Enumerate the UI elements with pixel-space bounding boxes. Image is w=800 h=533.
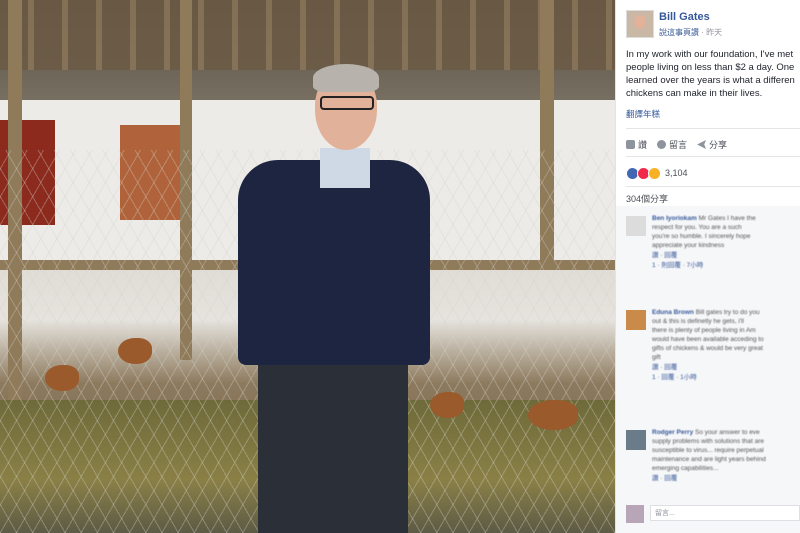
share-count[interactable]: 304個分享 bbox=[626, 192, 668, 205]
comments-section: Ben Iyoriokam Mr Gates I have the respec… bbox=[616, 206, 800, 533]
comment-actions[interactable]: 讚 · 回覆 bbox=[652, 363, 800, 372]
thumbs-up-icon bbox=[626, 140, 635, 149]
person-collar bbox=[320, 148, 370, 188]
divider bbox=[626, 156, 800, 157]
comment-actions[interactable]: 讚 · 回覆 bbox=[652, 251, 800, 260]
comment-line: maintenance and are light years behind bbox=[652, 456, 766, 463]
comment-line: respect for you. You are a such bbox=[652, 224, 742, 231]
comment-line: Mr Gates I have the bbox=[698, 215, 756, 222]
post-text-line: In my work with our foundation, I've met bbox=[626, 49, 794, 60]
comment-replies[interactable]: 1 · 回覆 · 1小時 bbox=[652, 373, 800, 382]
post-text-line: chickens can make in their lives. bbox=[626, 88, 763, 99]
post-actions: 讚 留言 分享 bbox=[626, 138, 727, 151]
commenter-name[interactable]: Eduna Brown bbox=[652, 309, 694, 316]
comment-line: out & this is definetly he gets, i'll bbox=[652, 318, 744, 325]
chicken bbox=[45, 365, 79, 391]
comment-body: Ben Iyoriokam Mr Gates I have the respec… bbox=[652, 214, 800, 270]
commenter-avatar[interactable] bbox=[626, 430, 646, 450]
comment-replies[interactable]: 1 · 則回覆 · 7小時 bbox=[652, 261, 800, 270]
share-label: 分享 bbox=[709, 140, 728, 150]
viewer-avatar bbox=[626, 505, 644, 523]
comment-icon bbox=[657, 140, 667, 149]
share-button[interactable]: 分享 bbox=[697, 138, 727, 151]
page-like-link[interactable]: 說這事頁讚 bbox=[659, 28, 699, 37]
author-name[interactable]: Bill Gates bbox=[659, 11, 710, 23]
translate-link[interactable]: 翻譯年糕 bbox=[626, 108, 660, 120]
post-meta: 說這事頁讚 · 昨天 bbox=[659, 27, 722, 38]
reactions-summary[interactable]: 3,104 bbox=[626, 166, 688, 180]
divider bbox=[626, 186, 800, 187]
comment-line: emerging capabilities... bbox=[652, 465, 719, 472]
comment-line: appreciate your kindness bbox=[652, 242, 725, 249]
comment-line: gift bbox=[652, 354, 661, 361]
post-text-line: learned over the years is what a differe… bbox=[626, 75, 795, 86]
comment-line: Bill gates try to do you bbox=[695, 309, 760, 316]
like-label: 讚 bbox=[638, 140, 648, 150]
comment-text: Ben Iyoriokam Mr Gates I have the bbox=[652, 214, 800, 223]
person-pants bbox=[258, 360, 408, 533]
reaction-count: 3,104 bbox=[665, 168, 688, 178]
comment-line: you're so humble. I sincerely hope bbox=[652, 233, 751, 240]
share-icon bbox=[697, 140, 707, 149]
comment-line: gifts of chickens & would be very great bbox=[652, 345, 763, 352]
person-hair bbox=[313, 64, 379, 92]
comment-text: Eduna Brown Bill gates try to do you bbox=[652, 308, 800, 317]
comment-input[interactable]: 留言... bbox=[650, 505, 800, 521]
commenter-name[interactable]: Ben Iyoriokam bbox=[652, 215, 697, 222]
coop-roof bbox=[0, 0, 615, 70]
divider bbox=[626, 128, 800, 129]
comment-line: susceptible to virus... require perpetua… bbox=[652, 447, 764, 454]
comment-line: supply problems with solutions that are bbox=[652, 438, 765, 445]
author-avatar[interactable] bbox=[626, 10, 654, 38]
post-text-line: people living on less than $2 a day. One bbox=[626, 62, 795, 73]
chicken bbox=[528, 400, 578, 430]
facebook-post-panel: Bill Gates 說這事頁讚 · 昨天 In my work with ou… bbox=[615, 0, 800, 533]
like-button[interactable]: 讚 bbox=[626, 138, 647, 151]
comment-button[interactable]: 留言 bbox=[657, 138, 687, 151]
commenter-avatar[interactable] bbox=[626, 310, 646, 330]
comment-line: would have been available acceding to bbox=[652, 336, 764, 343]
comment-line: So your answer to eve bbox=[695, 429, 760, 436]
comment-label: 留言 bbox=[669, 140, 688, 150]
reply-box: 留言... bbox=[626, 505, 800, 523]
wow-reaction-icon bbox=[648, 166, 661, 180]
chicken bbox=[430, 392, 464, 418]
comment-body: Rodger Perry So your answer to eve suppl… bbox=[652, 428, 800, 483]
comment-text: Rodger Perry So your answer to eve bbox=[652, 428, 800, 437]
post-text: In my work with our foundation, I've met… bbox=[626, 48, 800, 100]
commenter-name[interactable]: Rodger Perry bbox=[652, 429, 693, 436]
person-sweater bbox=[238, 160, 430, 365]
chicken bbox=[118, 338, 152, 364]
comment-line: there is plenty of people living in Am bbox=[652, 327, 756, 334]
post-time[interactable]: 昨天 bbox=[706, 28, 722, 37]
comment-actions[interactable]: 讚 · 回覆 bbox=[652, 474, 800, 483]
comment-body: Eduna Brown Bill gates try to do you out… bbox=[652, 308, 800, 382]
commenter-avatar[interactable] bbox=[626, 216, 646, 236]
post-photo[interactable] bbox=[0, 0, 615, 533]
person-glasses bbox=[320, 96, 374, 110]
post-header: Bill Gates 說這事頁讚 · 昨天 bbox=[626, 10, 800, 40]
